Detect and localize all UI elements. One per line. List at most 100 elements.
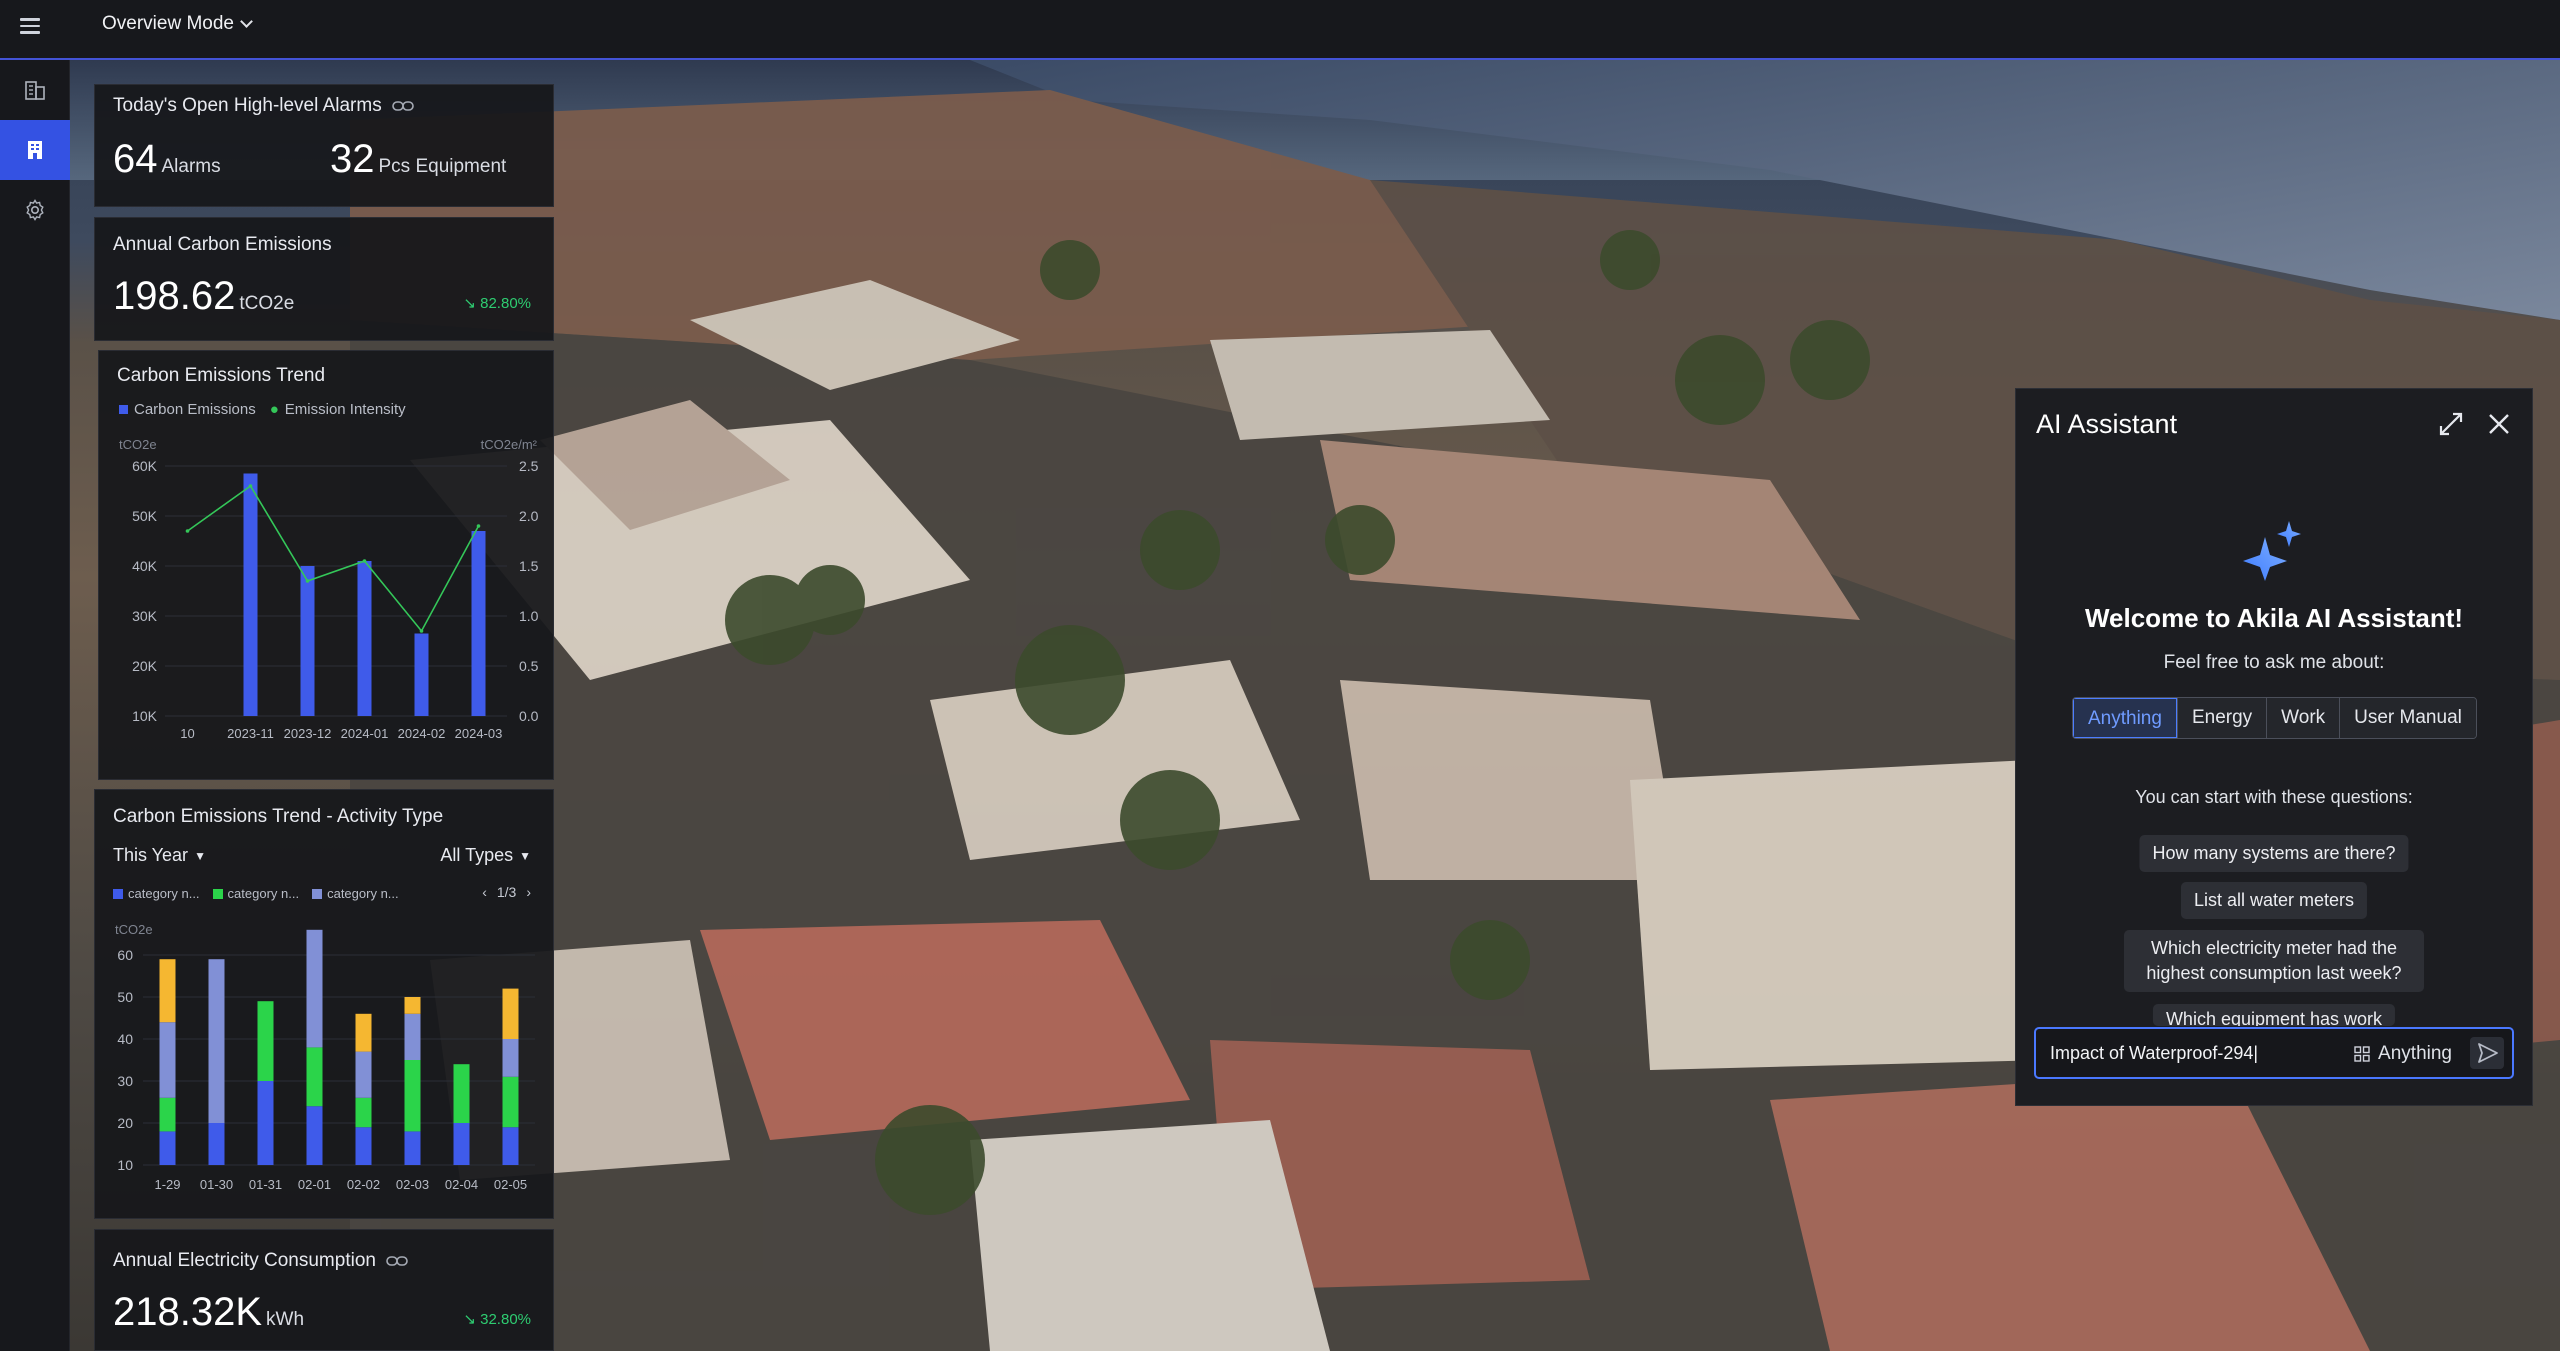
- ai-subtitle: Feel free to ask me about:: [2163, 652, 2385, 673]
- alarms-card: Today's Open High-level Alarms 64 Alarms …: [94, 84, 554, 207]
- alarms-count: 64 Alarms: [113, 137, 221, 182]
- x-tick-label: 2024-03: [455, 726, 503, 741]
- stack-segment: [355, 1051, 372, 1098]
- trend-legend: Carbon Emissions ● Emission Intensity: [119, 401, 406, 418]
- y-left-tick: 40K: [132, 558, 158, 574]
- legend-bar-swatch: [119, 405, 128, 414]
- legend-label-2[interactable]: category n...: [228, 886, 300, 901]
- tab-user-manual[interactable]: User Manual: [2339, 698, 2476, 738]
- rail-item-settings[interactable]: [0, 180, 70, 240]
- trend-chart: tCO2e tCO2e/m² 60K 2.5 50K 2.0 40K 1.5 30K 1.0 2…: [119, 437, 539, 741]
- stack-segment: [257, 1001, 274, 1081]
- top-bar: Overview Mode: [0, 0, 2560, 60]
- x-tick-label: 2023-12: [284, 726, 332, 741]
- rail-item-buildings[interactable]: [0, 60, 70, 120]
- y-right-tick: 0.5: [519, 658, 539, 674]
- stack-segment: [208, 1123, 225, 1165]
- y-left-tick: 30K: [132, 608, 158, 624]
- ai-start-text: You can start with these questions:: [2135, 787, 2413, 807]
- suggested-question[interactable]: List all water meters: [2180, 882, 2368, 919]
- right-axis-unit: tCO2e/m²: [481, 437, 538, 452]
- electricity-value: 218.32K: [113, 1290, 263, 1334]
- legend-pager: ‹ 1/3 ›: [482, 884, 531, 900]
- carbon-card: Annual Carbon Emissions 198.62 tCO2e ↘ 82…: [94, 217, 554, 341]
- trend-card: Carbon Emissions Trend Carbon Emissions …: [98, 350, 554, 780]
- stack-segment: [404, 997, 421, 1014]
- intensity-point: [305, 579, 310, 583]
- electricity-title-row: Annual Electricity Consumption: [113, 1250, 408, 1272]
- types-select[interactable]: All Types ▼: [440, 845, 531, 866]
- legend-label-3[interactable]: category n...: [327, 886, 399, 901]
- carbon-title: Annual Carbon Emissions: [113, 234, 332, 255]
- ai-chat-input[interactable]: Impact of Waterproof-294| Anything: [2034, 1027, 2514, 1079]
- stack-segment: [159, 1097, 176, 1132]
- trend-down-icon: ↘: [463, 295, 476, 312]
- menu-icon[interactable]: [20, 14, 50, 44]
- y-right-tick: 1.5: [519, 558, 539, 574]
- mode-selector[interactable]: Overview Mode: [102, 13, 253, 35]
- emission-bar: [414, 633, 429, 716]
- x-tick-label: 02-02: [347, 1177, 380, 1192]
- electricity-unit: kWh: [266, 1309, 305, 1330]
- y-tick: 10: [117, 1157, 133, 1173]
- legend-label-1[interactable]: category n...: [128, 886, 200, 901]
- electricity-title: Annual Electricity Consumption: [113, 1250, 376, 1271]
- ai-assistant-panel: AI Assistant Welcome to Akila AI Assista…: [2015, 388, 2533, 1106]
- intensity-point: [476, 524, 481, 528]
- x-tick-label: 01-31: [249, 1177, 282, 1192]
- period-select[interactable]: This Year ▼: [113, 845, 206, 866]
- y-tick: 60: [117, 947, 133, 963]
- stack-segment: [355, 1013, 372, 1052]
- x-tick-label: 02-03: [396, 1177, 429, 1192]
- send-icon[interactable]: [2470, 1037, 2504, 1069]
- chevron-right-icon[interactable]: ›: [526, 884, 531, 900]
- stack-segment: [159, 959, 176, 1023]
- expand-icon[interactable]: [2436, 409, 2466, 439]
- intensity-point: [248, 484, 253, 488]
- building-icon: [28, 141, 42, 159]
- stack-segment: [453, 1064, 470, 1123]
- close-icon[interactable]: [2484, 409, 2514, 439]
- tab-energy[interactable]: Energy: [2176, 698, 2267, 738]
- trend-title: Carbon Emissions Trend: [117, 365, 326, 386]
- chevron-left-icon[interactable]: ‹: [482, 884, 487, 900]
- suggested-question[interactable]: Which equipment has work: [2152, 1004, 2396, 1026]
- left-axis-unit: tCO2e: [119, 437, 157, 452]
- stack-segment: [257, 1081, 274, 1165]
- stack-segment: [404, 1013, 421, 1060]
- x-tick-label: 02-05: [494, 1177, 527, 1192]
- y-tick: 20: [117, 1115, 133, 1131]
- electricity-card: Annual Electricity Consumption 218.32K kW…: [94, 1229, 554, 1351]
- stack-segment: [502, 1039, 519, 1077]
- legend-bar-label: Carbon Emissions: [134, 401, 256, 418]
- stack-segment: [404, 1131, 421, 1165]
- activity-title: Carbon Emissions Trend - Activity Type: [113, 806, 444, 827]
- ai-scope-select[interactable]: Anything: [2354, 1043, 2452, 1065]
- activity-card: Carbon Emissions Trend - Activity Type T…: [94, 789, 554, 1219]
- activity-legend: category n... category n... category n..…: [113, 886, 399, 901]
- y-tick: 30: [117, 1073, 133, 1089]
- suggested-question[interactable]: Which electricity meter had the highest …: [2124, 930, 2424, 992]
- electricity-change: ↘ 32.80%: [463, 1310, 531, 1328]
- legend-swatch-1: [113, 888, 123, 899]
- intensity-point: [185, 529, 190, 533]
- link-icon[interactable]: [391, 99, 414, 113]
- tab-work[interactable]: Work: [2266, 698, 2340, 738]
- tab-anything[interactable]: Anything: [2073, 698, 2177, 738]
- rail-item-building[interactable]: [0, 120, 70, 180]
- intensity-point: [362, 559, 367, 563]
- caret-down-icon: ▼: [519, 848, 531, 863]
- y-right-tick: 2.0: [519, 508, 539, 524]
- ai-input-text[interactable]: Impact of Waterproof-294|: [2050, 1043, 2258, 1064]
- stack-segment: [502, 1076, 519, 1128]
- equipment-count: 32 Pcs Equipment: [330, 137, 506, 182]
- stack-segment: [159, 1022, 176, 1098]
- x-tick-label: 02-04: [445, 1177, 478, 1192]
- legend-line-label: Emission Intensity: [284, 401, 406, 418]
- equipment-value: 32: [330, 137, 375, 181]
- link-icon[interactable]: [386, 1254, 408, 1268]
- emission-bar: [471, 531, 486, 716]
- stack-segment: [159, 1131, 176, 1165]
- carbon-value: 198.62: [113, 274, 236, 318]
- suggested-question[interactable]: How many systems are there?: [2139, 835, 2409, 872]
